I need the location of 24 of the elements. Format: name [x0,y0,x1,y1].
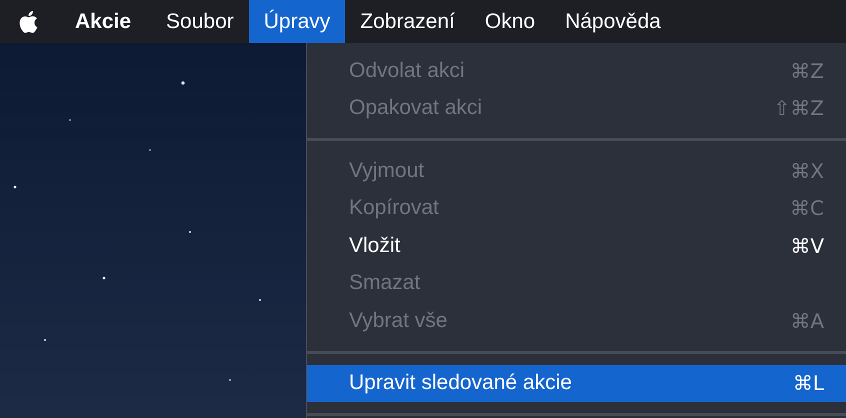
menu-item-label: Upravit sledované akcie [349,371,572,396]
menu-item-label: Opakovat akci [349,96,482,120]
menu-item-label: Vyjmout [349,158,424,183]
menu-item[interactable]: Upravit sledované akcie ⌘L [307,364,846,402]
shortcut-label: ⌘L [792,371,824,396]
menu-item[interactable]: Vložit ⌘V [307,227,846,264]
menu-item-label: Odvolat akci [349,58,465,83]
shortcut-label: ⌘X [790,158,824,183]
menu-bar-item[interactable]: Okno [470,0,550,43]
shortcut-label: ⌘A [790,308,824,333]
menu-item-label: Kopírovat [349,196,439,220]
menu-bar-item[interactable]: Úpravy [248,0,346,43]
shortcut-label: ⌘C [790,196,824,220]
menu-bar-item[interactable]: Nápověda [550,0,676,43]
menu-item-label: Vybrat vše [349,308,448,333]
menu-bar-item[interactable]: Zobrazení [345,0,470,43]
shortcut-label: ⇧⌘Z [774,96,824,120]
menu-item-label: Smazat [349,271,420,296]
shortcut-label: ⌘Z [790,58,824,83]
apple-icon[interactable] [18,10,38,34]
menu-bar-item[interactable]: Akcie [60,0,152,43]
shortcut-label: ⌘V [790,234,824,258]
menu-item-label: Vložit [349,234,400,258]
menu-bar-item[interactable]: Soubor [151,0,249,43]
